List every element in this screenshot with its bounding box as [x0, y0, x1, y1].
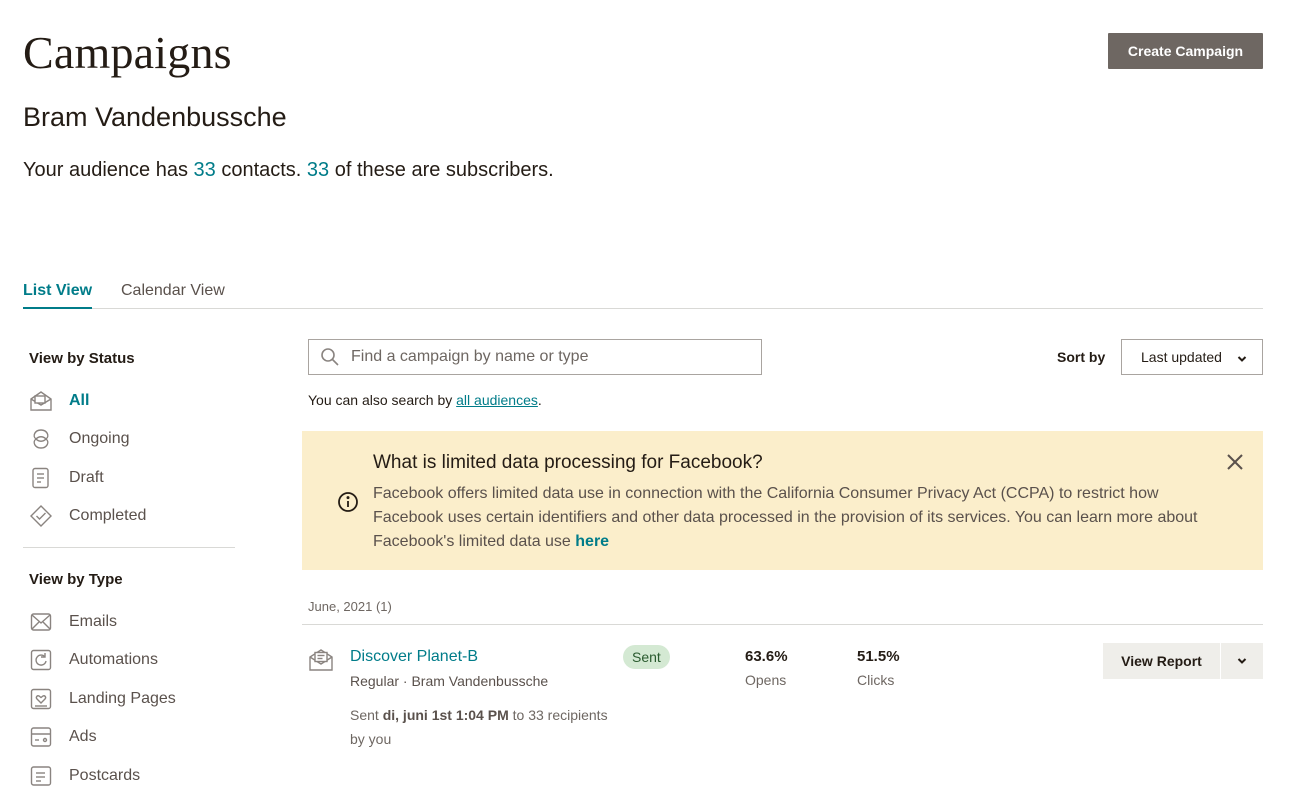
tab-calendar-view[interactable]: Calendar View [121, 282, 225, 307]
sidebar-divider [23, 547, 235, 548]
tab-list-view[interactable]: List View [23, 282, 93, 309]
subscribers-count: 33 [306, 159, 330, 181]
sidebar-item-ongoing[interactable]: Ongoing [29, 427, 130, 451]
opens-label: Opens [745, 672, 787, 688]
sidebar-item-label: All [69, 392, 90, 409]
audience-summary-prefix: Your audience has [23, 159, 194, 181]
sort-value: Last updated [1141, 349, 1222, 365]
campaign-name-link[interactable]: Discover Planet-B [350, 648, 478, 666]
sidebar-item-label: Draft [69, 469, 104, 486]
automation-icon [29, 648, 53, 672]
sent-by: by you [350, 731, 392, 747]
postcard-icon [29, 764, 53, 788]
banner-body-text: Facebook offers limited data use in conn… [373, 485, 1198, 550]
campaign-meta: Regular · Bram Vandenbussche [350, 673, 549, 689]
sidebar-item-draft[interactable]: Draft [29, 466, 104, 490]
campaign-search [308, 339, 762, 375]
group-divider [302, 624, 1263, 625]
chevron-down-icon [1237, 658, 1247, 664]
audience-summary-suffix: of these are subscribers. [329, 159, 554, 181]
status-badge: Sent [623, 645, 670, 669]
banner-learn-more-link[interactable]: here [575, 533, 609, 550]
search-icon [320, 347, 340, 367]
view-report-button[interactable]: View Report [1103, 643, 1220, 679]
sidebar-item-all[interactable]: All [29, 389, 89, 413]
all-campaigns-icon [29, 389, 53, 413]
banner-title: What is limited data processing for Face… [373, 452, 763, 473]
email-icon [29, 610, 53, 634]
draft-icon [29, 466, 53, 490]
audience-name: Bram Vandenbussche [23, 102, 287, 132]
campaign-sent-info: Sent di, juni 1st 1:04 PM to 33 recipien… [350, 703, 630, 751]
sent-prefix: Sent [350, 707, 383, 723]
view-tabs: List View Calendar View [23, 282, 1263, 309]
facebook-ldp-banner: What is limited data processing for Face… [302, 431, 1263, 570]
search-hint: You can also search by all audiences. [308, 392, 542, 408]
audience-summary: Your audience has 33 contacts. 33 of the… [23, 159, 554, 182]
landing-page-icon [29, 687, 53, 711]
sort-select[interactable]: Last updated [1121, 339, 1263, 375]
sidebar-item-emails[interactable]: Emails [29, 610, 117, 634]
sidebar-item-label: Landing Pages [69, 690, 176, 707]
sidebar-item-postcards[interactable]: Postcards [29, 764, 140, 788]
sidebar-item-label: Completed [69, 507, 147, 524]
sidebar-item-label: Ads [69, 728, 97, 745]
all-audiences-link[interactable]: all audiences [456, 392, 538, 408]
chevron-down-icon [1236, 352, 1248, 364]
sent-recipients: to 33 recipients [508, 707, 608, 723]
audience-summary-mid: contacts. [215, 159, 307, 181]
view-by-type-heading: View by Type [29, 571, 123, 588]
search-hint-suffix: . [537, 392, 542, 408]
sidebar-item-label: Ongoing [69, 430, 130, 447]
month-group-label: June, 2021 (1) [308, 599, 392, 614]
contacts-count: 33 [193, 159, 216, 181]
report-options-button[interactable] [1221, 643, 1263, 679]
close-icon[interactable] [1225, 452, 1245, 472]
clicks-label: Clicks [857, 672, 895, 688]
ads-icon [29, 725, 53, 749]
sidebar-item-completed[interactable]: Completed [29, 504, 146, 528]
page-title: Campaigns [23, 27, 232, 78]
sidebar-item-landing-pages[interactable]: Landing Pages [29, 687, 176, 711]
sent-date: di, juni 1st 1:04 PM [382, 707, 509, 723]
clicks-value: 51.5% [857, 648, 900, 665]
sidebar-item-label: Emails [69, 613, 118, 630]
create-campaign-button[interactable]: Create Campaign [1108, 33, 1263, 69]
email-campaign-icon [308, 647, 334, 673]
sidebar-item-label: Postcards [69, 767, 141, 784]
info-icon [337, 491, 359, 513]
search-input[interactable] [351, 348, 751, 366]
banner-body: Facebook offers limited data use in conn… [373, 482, 1223, 554]
search-hint-prefix: You can also search by [308, 392, 457, 408]
view-by-status-heading: View by Status [29, 350, 135, 367]
sidebar-item-ads[interactable]: Ads [29, 725, 97, 749]
ongoing-icon [29, 427, 53, 451]
sidebar-item-automations[interactable]: Automations [29, 648, 158, 672]
completed-icon [29, 504, 53, 528]
sidebar-item-label: Automations [69, 651, 158, 668]
sort-label: Sort by [1057, 349, 1106, 365]
opens-value: 63.6% [745, 648, 788, 665]
